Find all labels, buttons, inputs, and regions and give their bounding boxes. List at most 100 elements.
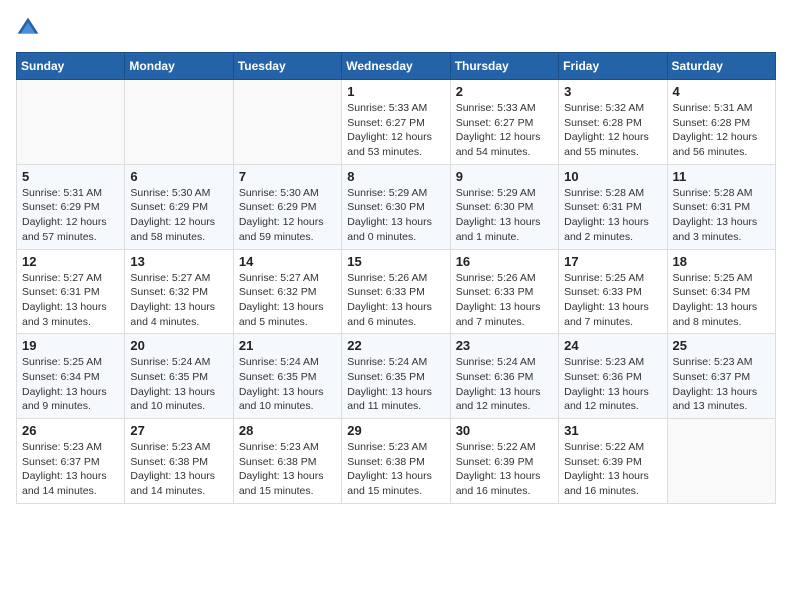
day-info: Sunrise: 5:31 AM Sunset: 6:28 PM Dayligh… xyxy=(673,101,770,160)
week-row-3: 12 Sunrise: 5:27 AM Sunset: 6:31 PM Dayli… xyxy=(17,249,776,334)
calendar-cell: 2 Sunrise: 5:33 AM Sunset: 6:27 PM Daylig… xyxy=(450,80,558,165)
day-number: 5 xyxy=(22,169,119,184)
day-number: 9 xyxy=(456,169,553,184)
calendar-cell: 1 Sunrise: 5:33 AM Sunset: 6:27 PM Daylig… xyxy=(342,80,450,165)
calendar-cell xyxy=(17,80,125,165)
calendar-cell: 19 Sunrise: 5:25 AM Sunset: 6:34 PM Dayli… xyxy=(17,334,125,419)
day-number: 8 xyxy=(347,169,444,184)
calendar-cell: 3 Sunrise: 5:32 AM Sunset: 6:28 PM Daylig… xyxy=(559,80,667,165)
weekday-header-thursday: Thursday xyxy=(450,53,558,80)
day-number: 25 xyxy=(673,338,770,353)
calendar-cell: 16Sunrise: 5:26 AM Sunset: 6:33 PM Dayli… xyxy=(450,249,558,334)
calendar-cell: 5 Sunrise: 5:31 AM Sunset: 6:29 PM Daylig… xyxy=(17,164,125,249)
day-number: 2 xyxy=(456,84,553,99)
day-info: Sunrise: 5:23 AM Sunset: 6:36 PM Dayligh… xyxy=(564,355,661,414)
weekday-header-monday: Monday xyxy=(125,53,233,80)
day-info: Sunrise: 5:29 AM Sunset: 6:30 PM Dayligh… xyxy=(347,186,444,245)
day-info: Sunrise: 5:23 AM Sunset: 6:37 PM Dayligh… xyxy=(22,440,119,499)
day-info: Sunrise: 5:24 AM Sunset: 6:35 PM Dayligh… xyxy=(347,355,444,414)
day-number: 12 xyxy=(22,254,119,269)
day-number: 27 xyxy=(130,423,227,438)
day-number: 1 xyxy=(347,84,444,99)
week-row-4: 19 Sunrise: 5:25 AM Sunset: 6:34 PM Dayli… xyxy=(17,334,776,419)
day-number: 20 xyxy=(130,338,227,353)
calendar-cell: 18 Sunrise: 5:25 AM Sunset: 6:34 PM Dayli… xyxy=(667,249,775,334)
day-info: Sunrise: 5:27 AM Sunset: 6:32 PM Dayligh… xyxy=(130,271,227,330)
day-info: Sunrise: 5:28 AM Sunset: 6:31 PM Dayligh… xyxy=(673,186,770,245)
weekday-header-row: SundayMondayTuesdayWednesdayThursdayFrid… xyxy=(17,53,776,80)
day-info: Sunrise: 5:22 AM Sunset: 6:39 PM Dayligh… xyxy=(456,440,553,499)
weekday-header-wednesday: Wednesday xyxy=(342,53,450,80)
calendar-cell: 15Sunrise: 5:26 AM Sunset: 6:33 PM Dayli… xyxy=(342,249,450,334)
page-header xyxy=(16,16,776,40)
week-row-5: 26 Sunrise: 5:23 AM Sunset: 6:37 PM Dayli… xyxy=(17,419,776,504)
day-number: 19 xyxy=(22,338,119,353)
day-info: Sunrise: 5:33 AM Sunset: 6:27 PM Dayligh… xyxy=(347,101,444,160)
calendar-cell: 8 Sunrise: 5:29 AM Sunset: 6:30 PM Daylig… xyxy=(342,164,450,249)
day-info: Sunrise: 5:23 AM Sunset: 6:37 PM Dayligh… xyxy=(673,355,770,414)
calendar-cell: 4 Sunrise: 5:31 AM Sunset: 6:28 PM Daylig… xyxy=(667,80,775,165)
calendar-cell: 29 Sunrise: 5:23 AM Sunset: 6:38 PM Dayli… xyxy=(342,419,450,504)
calendar-cell: 10Sunrise: 5:28 AM Sunset: 6:31 PM Dayli… xyxy=(559,164,667,249)
calendar-cell: 31 Sunrise: 5:22 AM Sunset: 6:39 PM Dayli… xyxy=(559,419,667,504)
calendar-cell: 26 Sunrise: 5:23 AM Sunset: 6:37 PM Dayli… xyxy=(17,419,125,504)
day-number: 14 xyxy=(239,254,336,269)
day-info: Sunrise: 5:31 AM Sunset: 6:29 PM Dayligh… xyxy=(22,186,119,245)
day-number: 23 xyxy=(456,338,553,353)
day-info: Sunrise: 5:32 AM Sunset: 6:28 PM Dayligh… xyxy=(564,101,661,160)
day-number: 21 xyxy=(239,338,336,353)
day-info: Sunrise: 5:33 AM Sunset: 6:27 PM Dayligh… xyxy=(456,101,553,160)
day-number: 13 xyxy=(130,254,227,269)
weekday-header-sunday: Sunday xyxy=(17,53,125,80)
calendar-cell xyxy=(125,80,233,165)
day-info: Sunrise: 5:30 AM Sunset: 6:29 PM Dayligh… xyxy=(130,186,227,245)
day-info: Sunrise: 5:25 AM Sunset: 6:34 PM Dayligh… xyxy=(673,271,770,330)
calendar-cell: 6 Sunrise: 5:30 AM Sunset: 6:29 PM Daylig… xyxy=(125,164,233,249)
day-number: 6 xyxy=(130,169,227,184)
calendar-cell: 9 Sunrise: 5:29 AM Sunset: 6:30 PM Daylig… xyxy=(450,164,558,249)
weekday-header-tuesday: Tuesday xyxy=(233,53,341,80)
calendar-cell: 22Sunrise: 5:24 AM Sunset: 6:35 PM Dayli… xyxy=(342,334,450,419)
calendar-cell: 14Sunrise: 5:27 AM Sunset: 6:32 PM Dayli… xyxy=(233,249,341,334)
calendar-cell: 20 Sunrise: 5:24 AM Sunset: 6:35 PM Dayli… xyxy=(125,334,233,419)
day-info: Sunrise: 5:22 AM Sunset: 6:39 PM Dayligh… xyxy=(564,440,661,499)
calendar-cell: 21 Sunrise: 5:24 AM Sunset: 6:35 PM Dayli… xyxy=(233,334,341,419)
calendar-cell: 17Sunrise: 5:25 AM Sunset: 6:33 PM Dayli… xyxy=(559,249,667,334)
calendar-cell: 27 Sunrise: 5:23 AM Sunset: 6:38 PM Dayli… xyxy=(125,419,233,504)
week-row-1: 1 Sunrise: 5:33 AM Sunset: 6:27 PM Daylig… xyxy=(17,80,776,165)
day-info: Sunrise: 5:23 AM Sunset: 6:38 PM Dayligh… xyxy=(130,440,227,499)
day-number: 15 xyxy=(347,254,444,269)
day-info: Sunrise: 5:24 AM Sunset: 6:35 PM Dayligh… xyxy=(130,355,227,414)
logo-icon xyxy=(16,16,40,40)
day-info: Sunrise: 5:25 AM Sunset: 6:33 PM Dayligh… xyxy=(564,271,661,330)
calendar-cell: 13 Sunrise: 5:27 AM Sunset: 6:32 PM Dayli… xyxy=(125,249,233,334)
day-number: 29 xyxy=(347,423,444,438)
calendar-table: SundayMondayTuesdayWednesdayThursdayFrid… xyxy=(16,52,776,504)
day-info: Sunrise: 5:23 AM Sunset: 6:38 PM Dayligh… xyxy=(347,440,444,499)
day-number: 30 xyxy=(456,423,553,438)
day-number: 7 xyxy=(239,169,336,184)
day-number: 31 xyxy=(564,423,661,438)
day-info: Sunrise: 5:27 AM Sunset: 6:31 PM Dayligh… xyxy=(22,271,119,330)
calendar-cell: 24 Sunrise: 5:23 AM Sunset: 6:36 PM Dayli… xyxy=(559,334,667,419)
calendar-cell: 23 Sunrise: 5:24 AM Sunset: 6:36 PM Dayli… xyxy=(450,334,558,419)
day-number: 26 xyxy=(22,423,119,438)
day-number: 3 xyxy=(564,84,661,99)
day-info: Sunrise: 5:25 AM Sunset: 6:34 PM Dayligh… xyxy=(22,355,119,414)
calendar-cell: 30 Sunrise: 5:22 AM Sunset: 6:39 PM Dayli… xyxy=(450,419,558,504)
calendar-cell: 7Sunrise: 5:30 AM Sunset: 6:29 PM Daylig… xyxy=(233,164,341,249)
calendar-cell: 11 Sunrise: 5:28 AM Sunset: 6:31 PM Dayli… xyxy=(667,164,775,249)
day-number: 24 xyxy=(564,338,661,353)
calendar-body: 1 Sunrise: 5:33 AM Sunset: 6:27 PM Daylig… xyxy=(17,80,776,504)
calendar-cell xyxy=(667,419,775,504)
logo xyxy=(16,16,44,40)
day-number: 11 xyxy=(673,169,770,184)
day-info: Sunrise: 5:24 AM Sunset: 6:36 PM Dayligh… xyxy=(456,355,553,414)
day-number: 18 xyxy=(673,254,770,269)
day-info: Sunrise: 5:26 AM Sunset: 6:33 PM Dayligh… xyxy=(456,271,553,330)
calendar-cell: 25 Sunrise: 5:23 AM Sunset: 6:37 PM Dayli… xyxy=(667,334,775,419)
weekday-header-saturday: Saturday xyxy=(667,53,775,80)
day-number: 4 xyxy=(673,84,770,99)
day-info: Sunrise: 5:29 AM Sunset: 6:30 PM Dayligh… xyxy=(456,186,553,245)
day-info: Sunrise: 5:24 AM Sunset: 6:35 PM Dayligh… xyxy=(239,355,336,414)
